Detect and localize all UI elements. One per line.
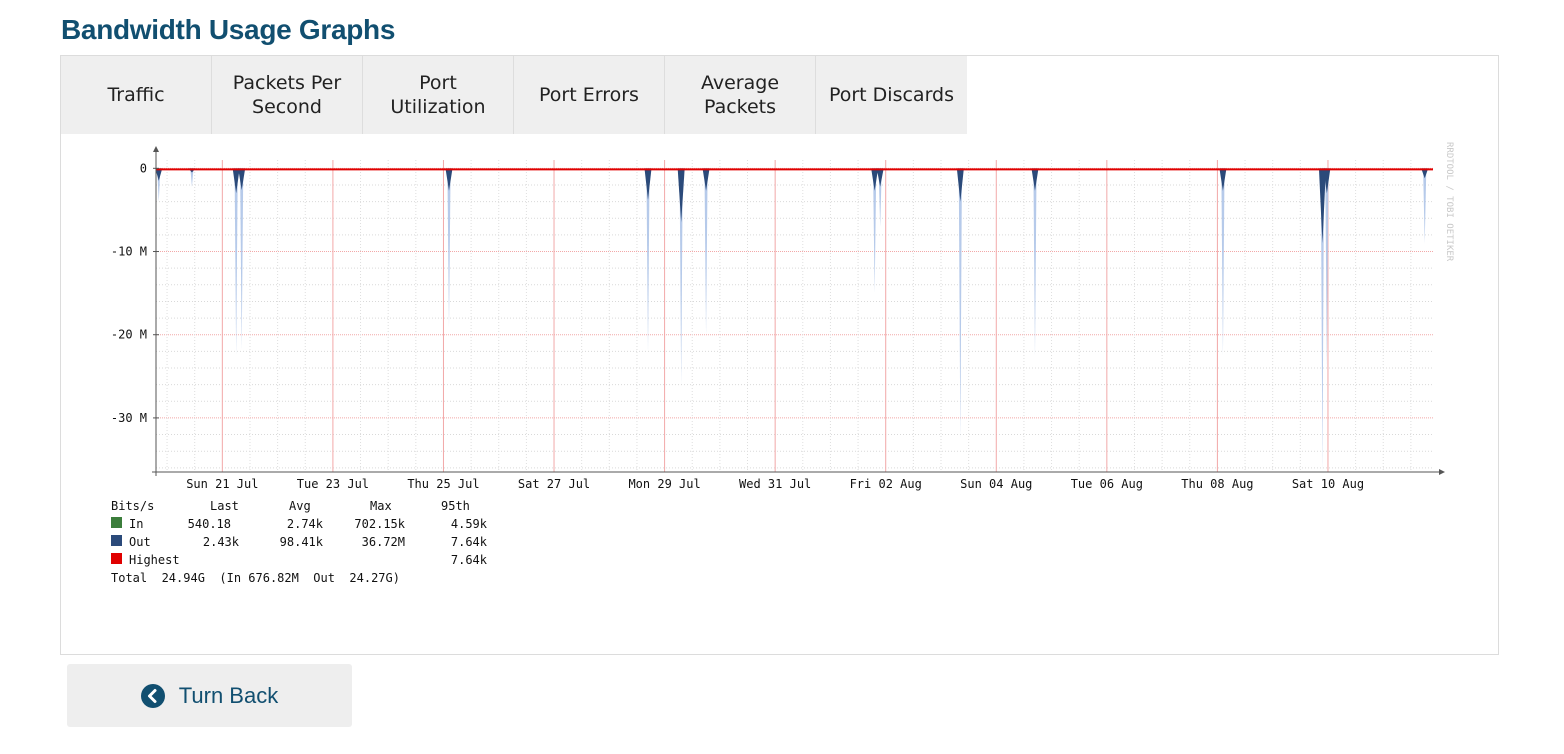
- axis-labels: 0 -10 M -20 M -30 M Sun 21 Jul Tue 23 Jul Thu …: [111, 161, 1364, 491]
- x-tick-label: Sun 04 Aug: [960, 477, 1032, 491]
- x-tick-label: Sat 10 Aug: [1292, 477, 1364, 491]
- x-tick-label: Tue 23 Jul: [297, 477, 369, 491]
- legend-name-highest: Highest: [129, 553, 180, 567]
- legend-name-in: In: [129, 517, 143, 531]
- y-axis-arrow: [153, 146, 159, 152]
- out-peak-spike: [240, 168, 244, 350]
- out-peak-spike: [234, 168, 238, 356]
- legend-highest-95th: 7.64k: [451, 553, 488, 567]
- legend-total: Total 24.94G (In 676.82M Out 24.27G): [111, 571, 400, 585]
- out-avg-spike: [644, 168, 652, 200]
- out-avg-spike: [1219, 168, 1227, 191]
- x-axis-arrow: [1439, 469, 1445, 475]
- x-tick-label: Mon 29 Jul: [628, 477, 700, 491]
- legend-swatch-highest: [111, 553, 122, 564]
- graph-legend: Bits/s Last Avg Max 95th In 540.18 2.74k…: [111, 499, 488, 585]
- turn-back-label: Turn Back: [178, 682, 279, 708]
- out-avg-spike: [238, 168, 246, 190]
- graph-grid: [156, 160, 1433, 472]
- out-peak-spike: [1033, 168, 1037, 356]
- x-tick-label: Fri 02 Aug: [850, 477, 922, 491]
- out-avg-spike: [445, 168, 453, 191]
- chevron-left-circle-icon: [140, 683, 165, 708]
- y-tick-label: -30 M: [111, 411, 147, 425]
- y-tick-label: -10 M: [111, 245, 147, 259]
- legend-name-out: Out: [129, 535, 151, 549]
- x-tick-label: Wed 31 Jul: [739, 477, 811, 491]
- legend-out-95th: 7.64k: [451, 535, 488, 549]
- legend-swatch-in: [111, 517, 122, 528]
- y-tick-label: -20 M: [111, 328, 147, 342]
- turn-back-button[interactable]: Turn Back: [67, 664, 352, 727]
- out-avg-spike: [1318, 168, 1326, 244]
- page-title: Bandwidth Usage Graphs: [61, 14, 396, 45]
- legend-in-last: 540.18: [188, 517, 231, 531]
- rrdtool-watermark: RRDTOOL / TOBI OETIKER: [1444, 142, 1454, 262]
- out-series: [155, 168, 1429, 472]
- y-tick-label: 0: [140, 161, 147, 175]
- legend-out-avg: 98.41k: [280, 535, 324, 549]
- out-avg-spike: [232, 168, 240, 194]
- legend-header-label: Bits/s: [111, 499, 154, 513]
- out-peak-spike: [958, 168, 962, 439]
- legend-in-max: 702.15k: [354, 517, 405, 531]
- legend-in-95th: 4.59k: [451, 517, 488, 531]
- graphs-panel: Traffic Packets Per Second Port Utilizat…: [60, 55, 1499, 655]
- graph-axes: [152, 146, 1445, 476]
- out-avg-spike: [1031, 168, 1039, 191]
- legend-out-max: 36.72M: [362, 535, 405, 549]
- traffic-graph: 0 -10 M -20 M -30 M Sun 21 Jul Tue 23 Jul Thu …: [111, 142, 1454, 585]
- legend-swatch-out: [111, 535, 122, 546]
- legend-header-max: Max: [370, 499, 392, 513]
- x-tick-label: Sun 21 Jul: [186, 477, 258, 491]
- legend-out-last: 2.43k: [203, 535, 240, 549]
- x-tick-label: Thu 25 Jul: [407, 477, 479, 491]
- x-tick-label: Tue 06 Aug: [1071, 477, 1143, 491]
- legend-in-avg: 2.74k: [287, 517, 324, 531]
- legend-header-95th: 95th: [441, 499, 470, 513]
- out-peak-spike: [1423, 168, 1427, 244]
- x-tick-label: Thu 08 Aug: [1181, 477, 1253, 491]
- legend-header-avg: Avg: [289, 499, 311, 513]
- out-peak-spike: [1221, 168, 1225, 356]
- out-avg-spike: [677, 168, 685, 223]
- out-avg-spike: [871, 168, 879, 191]
- x-tick-label: Sat 27 Jul: [518, 477, 590, 491]
- out-avg-spike: [702, 168, 710, 191]
- out-peak-spike: [447, 168, 451, 327]
- legend-header-last: Last: [210, 499, 239, 513]
- out-avg-spike: [876, 168, 884, 187]
